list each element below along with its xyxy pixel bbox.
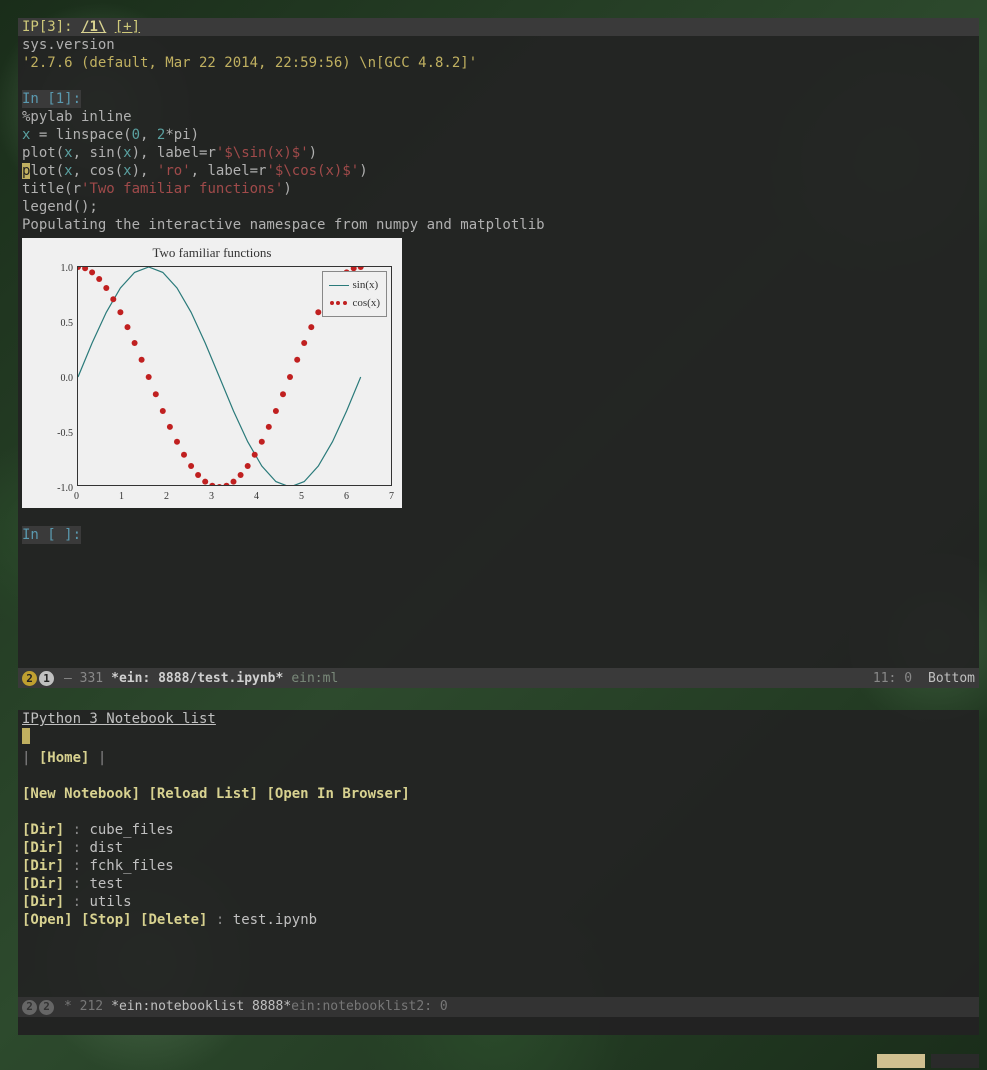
notebook-action-button[interactable]: [New Notebook] bbox=[22, 786, 140, 802]
x-tick-label: 6 bbox=[344, 488, 349, 506]
code-line: x = linspace(0, 2*pi) bbox=[22, 126, 975, 144]
modeline-bottom: 2 2 * 212 *ein:notebooklist 8888* ein:no… bbox=[18, 997, 979, 1017]
code-line: plot(x, cos(x), 'ro', label=r'$\cos(x)$'… bbox=[22, 162, 975, 180]
home-link[interactable]: [Home] bbox=[39, 750, 90, 766]
entry-button[interactable]: [Stop] bbox=[81, 912, 132, 928]
window-badge: 2 bbox=[39, 1000, 54, 1015]
y-tick-label: -0.5 bbox=[57, 425, 73, 443]
cell-prompt: In [1]: bbox=[22, 91, 81, 107]
code-line: sys.version bbox=[22, 36, 975, 54]
list-item: [Dir] : utils bbox=[22, 893, 975, 911]
x-tick-label: 2 bbox=[164, 488, 169, 506]
inline-plot: Two familiar functions sin(x) cos(x) -1.… bbox=[22, 238, 402, 508]
code-line: legend(); bbox=[22, 198, 975, 216]
major-mode: ein:notebooklist bbox=[291, 998, 416, 1016]
notebook-actions: [New Notebook] [Reload List] [Open In Br… bbox=[22, 785, 975, 803]
output-line: Populating the interactive namespace fro… bbox=[22, 216, 975, 234]
legend-entry: sin(x) bbox=[353, 276, 379, 294]
minibuffer[interactable] bbox=[18, 1017, 979, 1035]
list-item: [Dir] : cube_files bbox=[22, 821, 975, 839]
chart-title: Two familiar functions bbox=[22, 244, 402, 262]
modeline-seg: – 331 bbox=[64, 671, 103, 686]
entry-name: fchk_files bbox=[89, 858, 173, 874]
y-tick-label: -1.0 bbox=[57, 480, 73, 498]
major-mode: ein:ml bbox=[291, 671, 338, 686]
window-badge: 1 bbox=[39, 671, 54, 686]
x-tick-label: 3 bbox=[209, 488, 214, 506]
y-tick-label: 0.5 bbox=[61, 315, 74, 333]
list-item: [Dir] : fchk_files bbox=[22, 857, 975, 875]
notebook-action-button[interactable]: [Open In Browser] bbox=[266, 786, 409, 802]
entry-name: dist bbox=[89, 840, 123, 856]
cell-prompt: In [ ]: bbox=[22, 527, 81, 543]
x-tick-label: 5 bbox=[299, 488, 304, 506]
workspace-badge: 2 bbox=[22, 1000, 37, 1015]
line-col: 11: 0 bbox=[873, 671, 912, 686]
modeline-seg: * 212 bbox=[64, 998, 103, 1016]
text-cursor bbox=[22, 728, 30, 744]
entry-button[interactable]: [Dir] bbox=[22, 858, 64, 874]
output-line: '2.7.6 (default, Mar 22 2014, 22:59:56) … bbox=[22, 54, 975, 72]
workspace-badge: 2 bbox=[22, 671, 37, 686]
entry-button[interactable]: [Dir] bbox=[22, 822, 64, 838]
worksheet-add-tab[interactable]: [+] bbox=[115, 19, 140, 35]
y-tick-label: 0.0 bbox=[61, 370, 74, 388]
entry-name: test.ipynb bbox=[233, 912, 317, 928]
x-tick-label: 7 bbox=[389, 488, 394, 506]
cell-0-output[interactable]: sys.version '2.7.6 (default, Mar 22 2014… bbox=[18, 36, 979, 72]
line-col: 2: 0 bbox=[416, 998, 447, 1016]
entry-button[interactable]: [Dir] bbox=[22, 894, 64, 910]
cell-1[interactable]: In [1]: %pylab inline x = linspace(0, 2*… bbox=[18, 90, 979, 508]
entry-name: test bbox=[89, 876, 123, 892]
entry-button[interactable]: [Delete] bbox=[140, 912, 207, 928]
code-line: title(r'Two familiar functions') bbox=[22, 180, 975, 198]
y-tick-label: 1.0 bbox=[61, 260, 74, 278]
buffer-name: *ein: 8888/test.ipynb* bbox=[111, 671, 283, 686]
buffer-name: *ein:notebooklist 8888* bbox=[111, 998, 291, 1016]
modeline-top: 2 1 – 331 *ein: 8888/test.ipynb* ein:ml … bbox=[18, 668, 979, 688]
plot-axes: sin(x) cos(x) bbox=[77, 266, 392, 486]
x-tick-label: 1 bbox=[119, 488, 124, 506]
notebook-list-title: IPython 3 Notebook list bbox=[22, 710, 975, 728]
task-icon[interactable] bbox=[877, 1054, 925, 1068]
entry-button[interactable]: [Open] bbox=[22, 912, 73, 928]
x-tick-label: 4 bbox=[254, 488, 259, 506]
breadcrumb: | [Home] | bbox=[22, 749, 975, 767]
list-item: [Dir] : test bbox=[22, 875, 975, 893]
code-line: plot(x, sin(x), label=r'$\sin(x)$') bbox=[22, 144, 975, 162]
ip-prefix: IP[3]: bbox=[22, 19, 73, 35]
scroll-pos: Bottom bbox=[928, 671, 975, 686]
notebook-action-button[interactable]: [Reload List] bbox=[148, 786, 258, 802]
notebook-editor-pane[interactable]: IP[3]: /1\ [+] sys.version '2.7.6 (defau… bbox=[18, 18, 979, 688]
taskbar-icons bbox=[877, 1054, 979, 1068]
entry-button[interactable]: [Dir] bbox=[22, 840, 64, 856]
legend-entry: cos(x) bbox=[353, 294, 381, 312]
legend: sin(x) cos(x) bbox=[322, 271, 388, 317]
list-item: [Dir] : dist bbox=[22, 839, 975, 857]
entry-name: utils bbox=[89, 894, 131, 910]
notebook-list-pane[interactable]: IPython 3 Notebook list | [Home] | [New … bbox=[18, 710, 979, 1035]
x-tick-label: 0 bbox=[74, 488, 79, 506]
task-icon[interactable] bbox=[931, 1054, 979, 1068]
code-line: %pylab inline bbox=[22, 108, 975, 126]
worksheet-tab-current[interactable]: /1\ bbox=[81, 19, 106, 35]
list-item: [Open] [Stop] [Delete] : test.ipynb bbox=[22, 911, 975, 929]
cell-2[interactable]: In [ ]: bbox=[18, 526, 979, 544]
entry-button[interactable]: [Dir] bbox=[22, 876, 64, 892]
worksheet-tab-bar: IP[3]: /1\ [+] bbox=[18, 18, 979, 36]
entry-name: cube_files bbox=[89, 822, 173, 838]
